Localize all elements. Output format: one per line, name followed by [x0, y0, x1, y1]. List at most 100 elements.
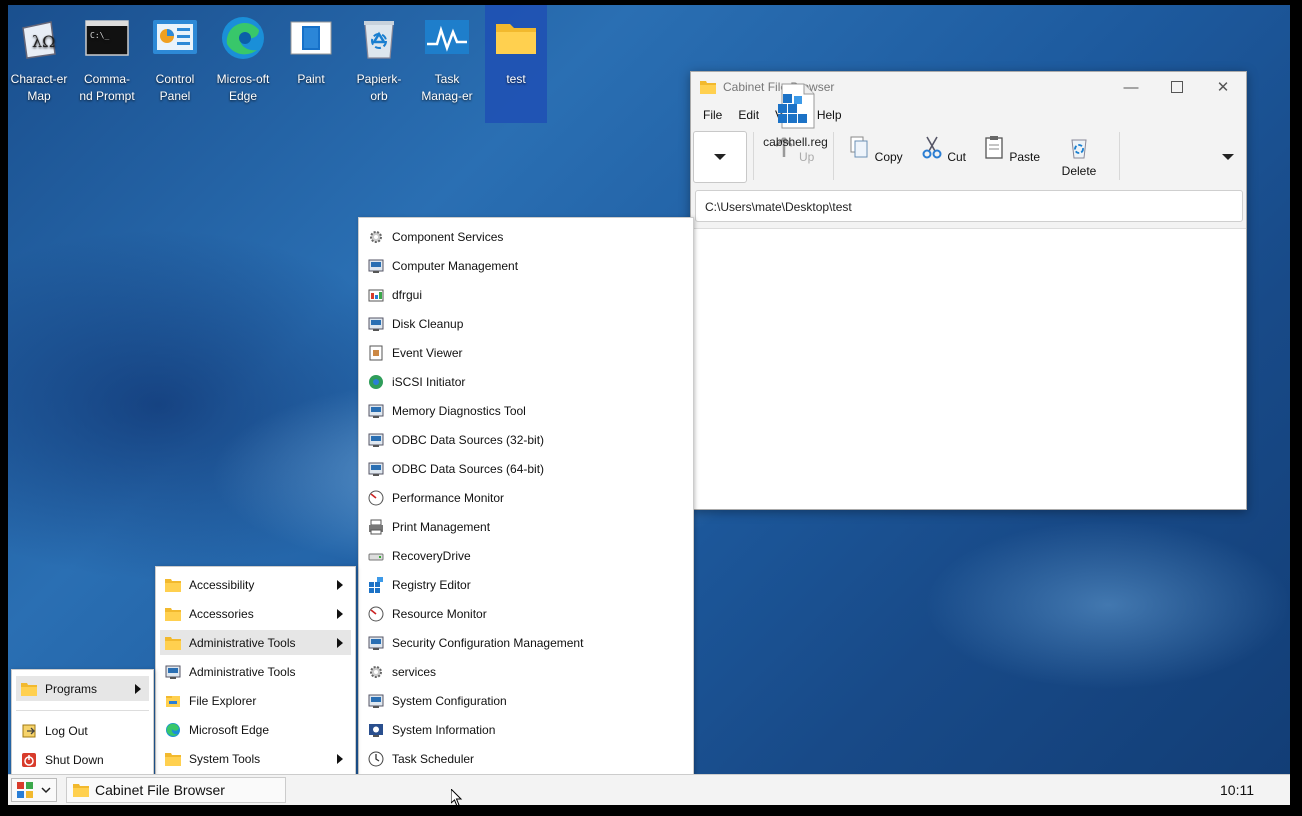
- admin-menu-item[interactable]: Computer Management: [363, 253, 689, 278]
- recycle-bin-icon: [1071, 139, 1087, 159]
- control-panel-icon: [153, 20, 197, 54]
- security-config-icon: [368, 636, 384, 650]
- admin-menu-item[interactable]: Print Management: [363, 514, 689, 539]
- programs-menu-item[interactable]: Accessories: [160, 601, 351, 626]
- recovery-drive-icon: [368, 553, 384, 560]
- admin-menu-item-label: Disk Cleanup: [392, 316, 464, 331]
- chevron-down-icon: [41, 787, 51, 794]
- start-menu-item-label: Log Out: [45, 723, 88, 738]
- paint-icon: [290, 21, 332, 55]
- programs-menu-item[interactable]: Microsoft Edge: [160, 717, 351, 742]
- task-manager-icon: [425, 20, 469, 54]
- desktop-icon-command-prompt[interactable]: C:\_ Comma-nd Prompt: [76, 5, 138, 123]
- toolbar-overflow-icon[interactable]: [1222, 154, 1234, 160]
- event-viewer-icon: [369, 345, 383, 360]
- menu-file[interactable]: File: [695, 108, 730, 122]
- chevron-right-icon: [337, 608, 343, 619]
- admin-menu-item[interactable]: ODBC Data Sources (32-bit): [363, 427, 689, 452]
- admin-menu-item-label: Computer Management: [392, 258, 519, 273]
- resource-monitor-icon: [368, 606, 384, 621]
- admin-menu-item-label: RecoveryDrive: [392, 548, 471, 563]
- start-button[interactable]: [11, 778, 57, 802]
- desktop-icon-test-folder[interactable]: test: [485, 5, 547, 123]
- admin-menu-item[interactable]: ODBC Data Sources (64-bit): [363, 456, 689, 481]
- desktop-icon-edge[interactable]: Micros-oft Edge: [212, 5, 274, 123]
- address-bar[interactable]: C:\Users\mate\Desktop\test: [695, 190, 1243, 222]
- admin-menu-item[interactable]: services: [363, 659, 689, 684]
- admin-tools-menu: Component Services Computer Management dfr…: [358, 217, 694, 805]
- desktop-icon-paint[interactable]: Paint: [280, 5, 342, 123]
- desktop: λΩ Charact-er Map C:\_ Comma-nd Prompt C…: [8, 5, 1290, 805]
- folder-icon: [700, 81, 716, 94]
- taskbar-item-file-browser[interactable]: Cabinet File Browser: [66, 777, 286, 803]
- programs-menu-item[interactable]: Administrative Tools: [160, 630, 351, 655]
- admin-menu-item[interactable]: Registry Editor: [363, 572, 689, 597]
- admin-menu-item[interactable]: System Information: [363, 717, 689, 742]
- chevron-right-icon: [135, 683, 141, 694]
- admin-tools-icon: [165, 665, 181, 679]
- programs-menu-item-label: File Explorer: [189, 693, 257, 708]
- admin-menu-item[interactable]: iSCSI Initiator: [363, 369, 689, 394]
- start-menu-item[interactable]: Programs: [16, 676, 149, 701]
- file-item[interactable]: cabshell.reg: [753, 82, 838, 149]
- chevron-right-icon: [337, 579, 343, 590]
- admin-menu-item-label: System Configuration: [392, 693, 507, 708]
- odbc-icon: [368, 462, 384, 476]
- admin-menu-item[interactable]: Memory Diagnostics Tool: [363, 398, 689, 423]
- desktop-icon-character-map[interactable]: λΩ Charact-er Map: [8, 5, 70, 123]
- folder-icon: [21, 682, 37, 696]
- file-explorer-icon: [166, 695, 180, 707]
- admin-menu-item[interactable]: dfrgui: [363, 282, 689, 307]
- programs-menu-item-label: Accessibility: [189, 577, 255, 592]
- edge-icon: [166, 722, 180, 737]
- admin-menu-item-label: Security Configuration Management: [392, 635, 584, 650]
- delete-button[interactable]: Delete: [1049, 130, 1109, 182]
- start-menu-item[interactable]: Shut Down: [16, 747, 149, 772]
- folder-icon: [165, 636, 181, 650]
- admin-menu-item-label: Event Viewer: [392, 345, 463, 360]
- folder-icon: [165, 578, 181, 592]
- maximize-icon: [1171, 81, 1183, 93]
- navigation-dropdown[interactable]: [693, 131, 747, 183]
- maximize-button[interactable]: [1154, 72, 1200, 102]
- admin-menu-item-label: Component Services: [392, 229, 504, 244]
- close-button[interactable]: ✕: [1200, 72, 1246, 102]
- programs-menu-item-label: Accessories: [189, 606, 254, 621]
- admin-menu-item[interactable]: Task Scheduler: [363, 746, 689, 771]
- programs-menu-item[interactable]: File Explorer: [160, 688, 351, 713]
- start-menu-item[interactable]: Log Out: [16, 718, 149, 743]
- programs-menu-item[interactable]: Accessibility: [160, 572, 351, 597]
- system-configuration-icon: [368, 694, 384, 708]
- admin-menu-item[interactable]: System Configuration: [363, 688, 689, 713]
- minimize-button[interactable]: —: [1108, 72, 1154, 102]
- paste-button[interactable]: Paste: [981, 130, 1041, 182]
- admin-menu-item[interactable]: Resource Monitor: [363, 601, 689, 626]
- task-scheduler-icon: [368, 751, 384, 766]
- address-bar-area: C:\Users\mate\Desktop\test: [691, 186, 1246, 229]
- mouse-cursor-icon: [451, 789, 463, 805]
- taskbar: Cabinet File Browser 10:11: [8, 774, 1290, 805]
- desktop-icon-task-manager[interactable]: Task Manag-er: [416, 5, 478, 123]
- admin-menu-item[interactable]: Component Services: [363, 224, 689, 249]
- folder-icon: [73, 784, 89, 797]
- desktop-icon-recycle-bin[interactable]: Papierk-orb: [348, 5, 410, 123]
- cut-button[interactable]: Cut: [913, 130, 973, 182]
- desktop-icon-control-panel[interactable]: Control Panel: [144, 5, 206, 123]
- programs-menu-item-label: Administrative Tools: [189, 664, 296, 679]
- command-prompt-icon: C:\_: [85, 20, 129, 56]
- admin-menu-item[interactable]: Event Viewer: [363, 340, 689, 365]
- programs-menu-item[interactable]: Administrative Tools: [160, 659, 351, 684]
- disk-cleanup-icon: [368, 317, 384, 331]
- admin-menu-item[interactable]: Performance Monitor: [363, 485, 689, 510]
- admin-menu-item[interactable]: Disk Cleanup: [363, 311, 689, 336]
- copy-icon: [850, 136, 868, 158]
- edge-icon: [222, 17, 264, 59]
- start-menu: Programs Log Out Shut Down: [11, 669, 154, 777]
- chevron-down-icon: [714, 154, 726, 160]
- programs-menu-item[interactable]: System Tools: [160, 746, 351, 771]
- admin-menu-item[interactable]: RecoveryDrive: [363, 543, 689, 568]
- menu-separator: [16, 710, 149, 711]
- copy-button[interactable]: Copy: [845, 130, 905, 182]
- admin-menu-item[interactable]: Security Configuration Management: [363, 630, 689, 655]
- registry-file-icon: [777, 83, 814, 129]
